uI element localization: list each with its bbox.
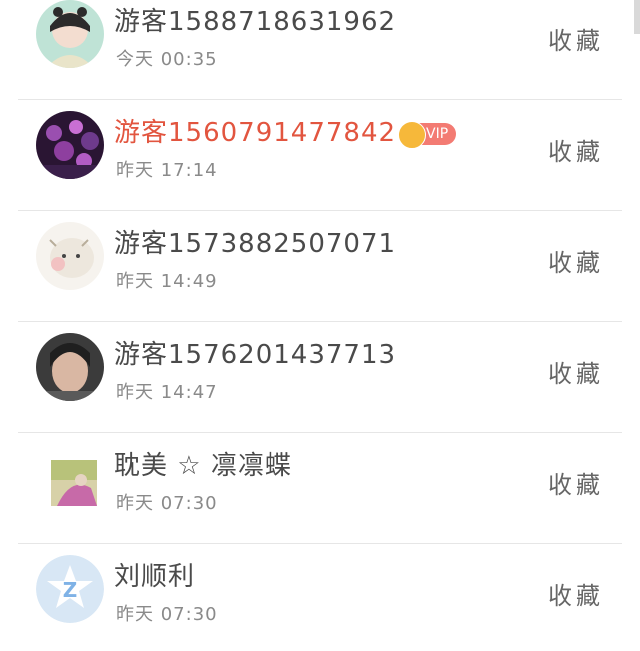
collect-button[interactable]: 收藏 xyxy=(548,21,604,56)
avatar[interactable]: Z xyxy=(36,555,104,623)
message-time: 昨天 14:49 xyxy=(116,271,218,292)
contact-name: 耽美 ☆ 凛凛蝶 xyxy=(114,451,292,481)
message-time: 昨天 14:47 xyxy=(116,382,218,403)
crown-icon xyxy=(398,120,427,149)
vip-badge: VIP xyxy=(398,120,457,149)
contact-name: 游客15887186319​62 xyxy=(114,7,397,37)
collect-button[interactable]: 收藏 xyxy=(548,465,604,500)
message-time: 今天 00:35 xyxy=(116,49,218,70)
avatar[interactable] xyxy=(36,222,104,290)
list-item[interactable]: 游客15887186319​62 今天 00:35 收藏 xyxy=(0,0,640,100)
collect-button[interactable]: 收藏 xyxy=(548,576,604,611)
list-item[interactable]: 游客15607914778​42 VIP 昨天 17:14 收藏 xyxy=(0,100,640,211)
list-item[interactable]: Z 刘顺利 昨天 07:30 收藏 xyxy=(0,544,640,651)
contact-name: 游客15607914778​42 VIP xyxy=(114,112,457,149)
message-time: 昨天 07:30 xyxy=(116,604,218,625)
vip-label: VIP xyxy=(426,125,449,142)
message-time: 昨天 07:30 xyxy=(116,493,218,514)
contact-name: 游客15738825070​71 xyxy=(114,229,397,259)
list-item[interactable]: 耽美 ☆ 凛凛蝶 昨天 07:30 收藏 xyxy=(0,433,640,544)
avatar[interactable] xyxy=(36,333,104,401)
avatar[interactable] xyxy=(36,111,104,179)
contact-name: 刘顺利 xyxy=(114,562,196,592)
message-time: 昨天 17:14 xyxy=(116,160,218,181)
chat-contact-list: 游客15887186319​62 今天 00:35 收藏 游客156079147… xyxy=(0,0,640,651)
contact-name: 游客15762014377​13 xyxy=(114,340,397,370)
contact-name-text: 游客15607914778​42 xyxy=(114,118,397,148)
avatar[interactable] xyxy=(36,0,104,68)
collect-button[interactable]: 收藏 xyxy=(548,132,604,167)
avatar[interactable] xyxy=(51,460,97,506)
list-item[interactable]: 游客15738825070​71 昨天 14:49 收藏 xyxy=(0,211,640,322)
svg-text:Z: Z xyxy=(63,578,78,602)
collect-button[interactable]: 收藏 xyxy=(548,354,604,389)
list-item[interactable]: 游客15762014377​13 昨天 14:47 收藏 xyxy=(0,322,640,433)
collect-button[interactable]: 收藏 xyxy=(548,243,604,278)
